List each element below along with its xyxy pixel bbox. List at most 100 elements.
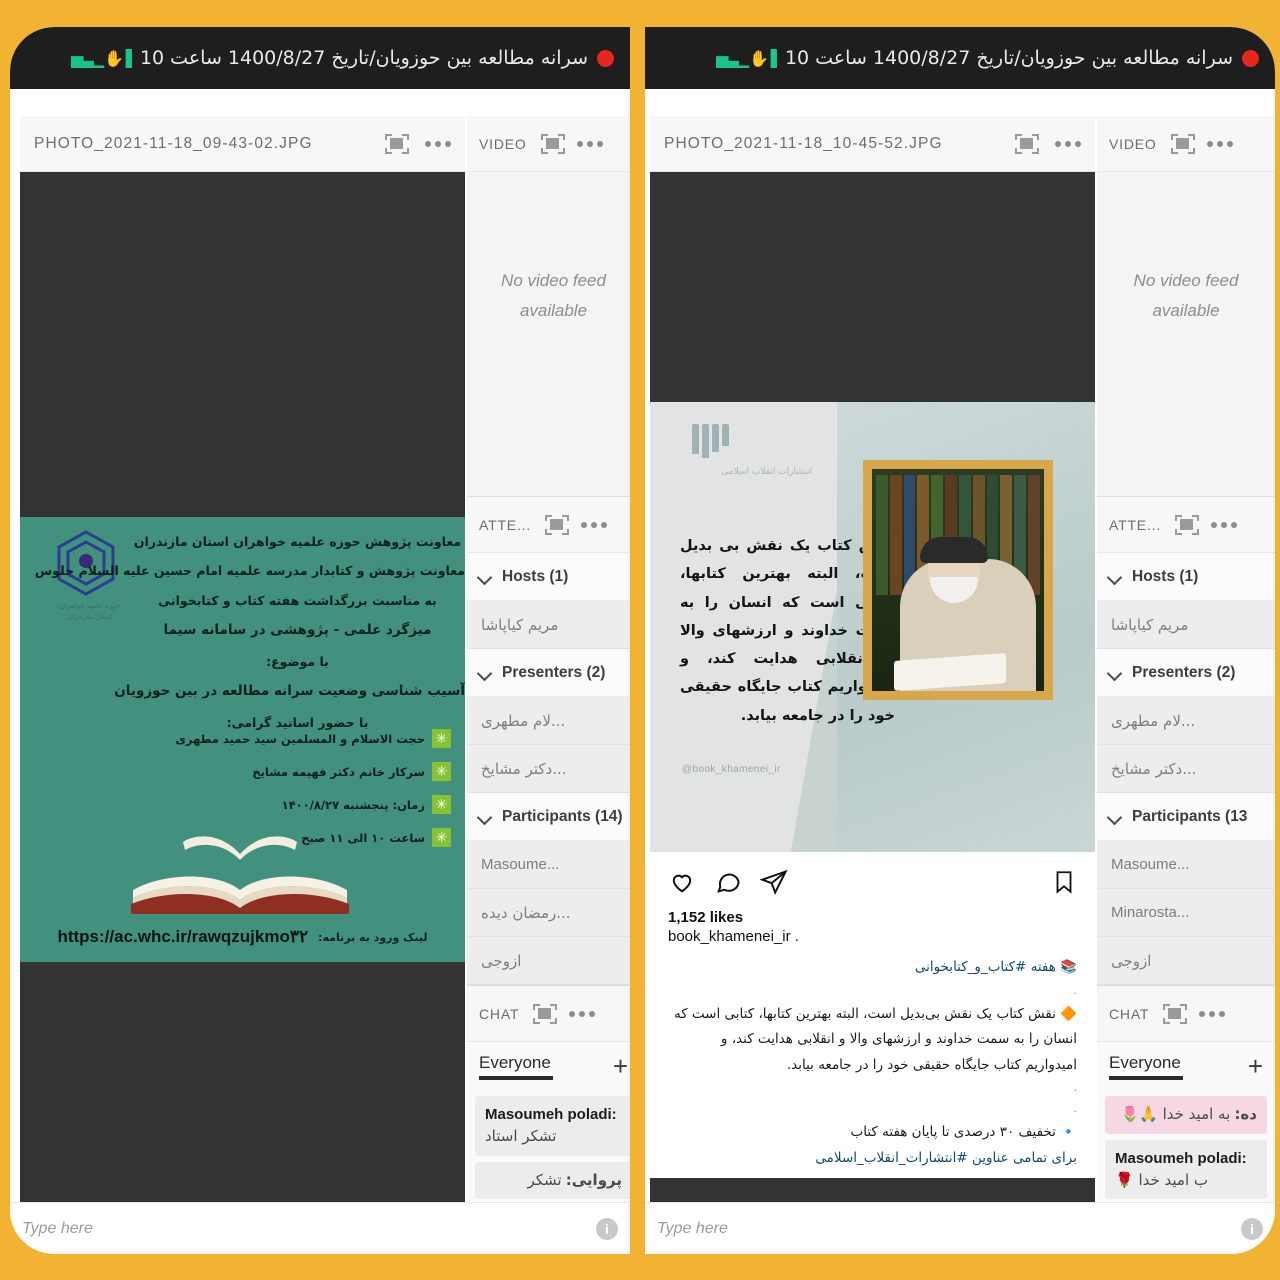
flyer-bullet: ✳ حجت الاسلام و المسلمین سید حمید مطهری: [130, 729, 451, 748]
video-pod-header-right: VIDEO: [1097, 116, 1275, 172]
info-icon[interactable]: i: [596, 1217, 618, 1240]
no-video-message-right: No video feed available: [1097, 266, 1275, 326]
maximize-icon[interactable]: [1163, 1003, 1188, 1024]
pod-menu-icon[interactable]: [425, 140, 451, 147]
attendees-pod-left: ATTE... Hosts (1) مریم کیاپاشا Presenter…: [467, 496, 630, 985]
attendee-group-label: Presenters (2): [502, 663, 606, 681]
attendee-row[interactable]: ...لام مطهری: [467, 697, 630, 745]
maximize-icon[interactable]: [533, 1003, 558, 1024]
attendee-row[interactable]: مریم کیاپاشا: [1097, 601, 1275, 649]
instagram-post: انتشارات انقلاب اسلامی نقش کتاب یک نقش ب…: [650, 402, 1095, 1178]
attendee-row[interactable]: ...لام مطهری: [1097, 697, 1275, 745]
flyer-url: https://ac.whc.ir/rawqzujkmo۳۲: [57, 927, 309, 946]
no-video-line1: No video feed: [1133, 271, 1239, 290]
meeting-title-left-text: سرانه مطالعه بین حوزویان/تاریخ 1400/8/27…: [139, 47, 588, 69]
share-pod-header-left: PHOTO_2021-11-18_09-43-02.JPG: [20, 116, 465, 172]
flyer-bullet-text: زمان: پنجشنبه ۱۴۰۰/۸/۲۷: [281, 797, 425, 812]
chat-pod-header-left: CHAT: [467, 986, 630, 1042]
bookmark-icon[interactable]: [1051, 868, 1077, 901]
attendee-row[interactable]: ...رمضان دیده: [467, 889, 630, 937]
chat-pod-left: CHAT Everyone + Masoumeh poladi: تشکر اس…: [467, 985, 630, 1200]
maximize-icon[interactable]: [540, 133, 565, 154]
right-rail-left-panel: VIDEO No video feed available ATTE... Ho…: [467, 116, 630, 1228]
chat-message-author: Masoumeh poladi:: [485, 1106, 617, 1123]
attendee-row[interactable]: Masoume...: [467, 841, 630, 889]
publisher-logo: انتشارات انقلاب اسلامی: [692, 424, 812, 480]
maximize-icon[interactable]: [545, 514, 570, 535]
chat-message-text: تشکر: [527, 1170, 562, 1189]
attendee-group-hosts[interactable]: Hosts (1): [1097, 553, 1275, 601]
comment-icon[interactable]: [714, 868, 742, 901]
info-icon[interactable]: i: [1241, 1217, 1263, 1240]
attendee-row[interactable]: ...دکتر مشایخ: [467, 745, 630, 793]
chat-tab-everyone[interactable]: Everyone: [1109, 1053, 1183, 1080]
pod-menu-icon[interactable]: [1055, 140, 1081, 147]
flyer-bullet-text: حجت الاسلام و المسلمین سید حمید مطهری: [175, 731, 425, 746]
chat-tab-everyone[interactable]: Everyone: [479, 1053, 553, 1080]
panel-right: سرانه مطالعه بین حوزویان/تاریخ 1400/8/27…: [640, 0, 1280, 1280]
chat-composer-left[interactable]: Type here i: [10, 1202, 630, 1254]
logo-caption: انتشارات انقلاب اسلامی: [721, 467, 812, 477]
video-pod-left: VIDEO No video feed available: [467, 116, 630, 496]
pod-menu-icon[interactable]: [1211, 521, 1238, 528]
attendee-group-hosts[interactable]: Hosts (1): [467, 553, 630, 601]
pod-menu-icon[interactable]: [1206, 140, 1233, 147]
pod-menu-icon[interactable]: [576, 140, 603, 147]
attendee-group-label: Hosts (1): [1132, 567, 1199, 585]
chat-input-placeholder[interactable]: Type here: [22, 1220, 596, 1238]
caption-dot: .: [1073, 983, 1078, 997]
attendee-row[interactable]: مریم کیاپاشا: [467, 601, 630, 649]
maximize-icon[interactable]: [1175, 514, 1200, 535]
attendees-pod-title-right: ATTE...: [1109, 516, 1162, 533]
chat-tabs-left: Everyone +: [467, 1042, 630, 1090]
caption-dot: .: [1073, 1102, 1078, 1116]
recording-indicator-icon: [597, 49, 614, 67]
chevron-down-icon: [479, 812, 492, 821]
green-marker-icon: ▌: [770, 48, 783, 68]
chevron-down-icon: [1109, 812, 1122, 821]
maximize-icon[interactable]: [1015, 133, 1039, 154]
heart-icon[interactable]: [668, 868, 696, 901]
chat-input-placeholder[interactable]: Type here: [657, 1220, 1241, 1238]
attendee-row[interactable]: Masoume...: [1097, 841, 1275, 889]
chat-message: پروایی: تشکر: [475, 1161, 630, 1200]
maximize-icon[interactable]: [385, 133, 409, 154]
screenshot-stage: سرانه مطالعه بین حوزویان/تاریخ 1400/8/27…: [0, 0, 1280, 1280]
instagram-actions: [650, 852, 1095, 905]
attendee-group-participants[interactable]: Participants (13: [1097, 793, 1275, 841]
attendees-pod-header-right: ATTE...: [1097, 497, 1275, 553]
attendee-row[interactable]: Minarosta...: [1097, 889, 1275, 937]
attendee-row[interactable]: ازوجی: [1097, 937, 1275, 985]
flyer-bullet: ✳ زمان: پنجشنبه ۱۴۰۰/۸/۲۷: [130, 795, 451, 814]
attendee-group-presenters[interactable]: Presenters (2): [1097, 649, 1275, 697]
maximize-icon[interactable]: [1170, 133, 1195, 154]
green-flyer-image: حوزه علمیه خواهران استان مازندران معاونت …: [20, 517, 465, 962]
attendee-row[interactable]: ازوجی: [467, 937, 630, 985]
attendee-row[interactable]: ...دکتر مشایخ: [1097, 745, 1275, 793]
flyer-footer: لینک ورود به برنامه: https://ac.whc.ir/r…: [20, 920, 465, 954]
attendee-group-presenters[interactable]: Presenters (2): [467, 649, 630, 697]
attendee-group-participants[interactable]: Participants (14): [467, 793, 630, 841]
no-video-message-left: No video feed available: [467, 266, 630, 326]
attendee-group-label: Presenters (2): [1132, 663, 1236, 681]
attendees-pod-title-left: ATTE...: [479, 516, 532, 533]
pod-menu-icon[interactable]: [569, 1010, 596, 1017]
caption-promo-line2: برای تمامی عناوین #انتشارات_انقلاب_اسلام…: [815, 1149, 1077, 1166]
instagram-username[interactable]: book_khamenei_ir: [668, 928, 791, 945]
attendee-group-label: Participants (13: [1132, 807, 1248, 825]
chat-message: Masoumeh poladi: ب امید خدا 🌹: [1105, 1139, 1267, 1200]
chat-message: ده: به امید خدا 🙏🌷: [1105, 1096, 1267, 1134]
instagram-username-suffix: .: [794, 928, 799, 945]
raised-hand-icon: ✋: [104, 48, 124, 68]
flyer-line: معاونت پژوهش و کتابدار مدرسه علمیه امام …: [34, 563, 465, 579]
video-pod-header-left: VIDEO: [467, 116, 630, 172]
share-icon[interactable]: [759, 868, 788, 901]
add-chat-tab-icon[interactable]: +: [613, 1053, 628, 1079]
flyer-bullet-text: سرکار خانم دکتر فهیمه مشایخ: [252, 764, 425, 779]
add-chat-tab-icon[interactable]: +: [1248, 1053, 1263, 1079]
pod-menu-icon[interactable]: [581, 521, 608, 528]
pod-menu-icon[interactable]: [1199, 1010, 1226, 1017]
chat-message-author: Masoumeh poladi:: [1115, 1149, 1247, 1167]
chat-composer-right[interactable]: Type here i: [645, 1202, 1275, 1254]
meeting-title-right: سرانه مطالعه بین حوزویان/تاریخ 1400/8/27…: [716, 47, 1233, 69]
